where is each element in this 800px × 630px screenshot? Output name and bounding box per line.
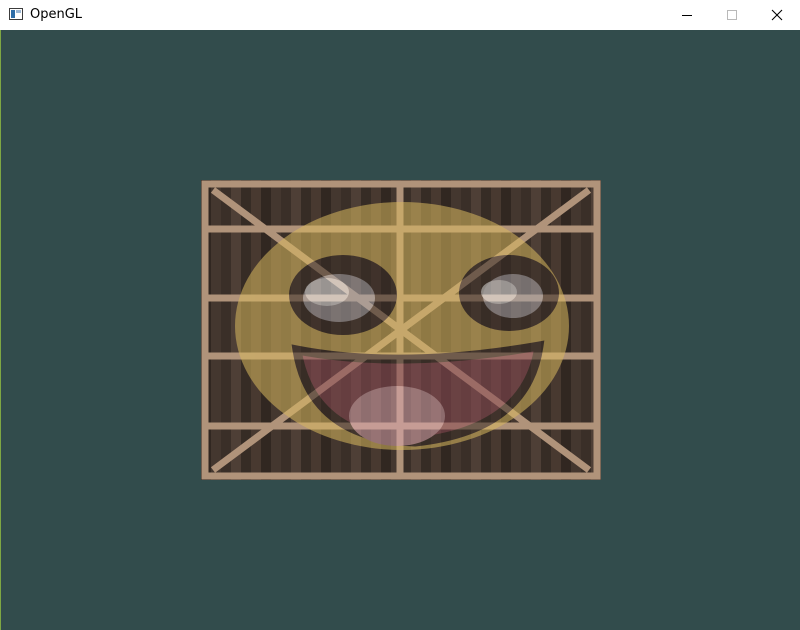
title-bar[interactable]: OpenGL [0, 0, 800, 30]
wood-plank [221, 180, 231, 480]
window-title: OpenGL [30, 7, 83, 22]
textured-quad [201, 180, 601, 480]
maximize-button[interactable] [709, 0, 755, 30]
wood-plank [581, 180, 591, 480]
app-window: OpenGL [0, 0, 800, 630]
awesome-face-texture [235, 202, 569, 450]
close-icon [771, 9, 783, 21]
minimize-button[interactable] [664, 0, 710, 30]
wood-plank [211, 180, 221, 480]
close-button[interactable] [754, 0, 800, 30]
minimize-icon [682, 15, 692, 16]
maximize-icon [727, 10, 737, 20]
wood-plank [571, 180, 581, 480]
application-window-icon [9, 8, 23, 20]
